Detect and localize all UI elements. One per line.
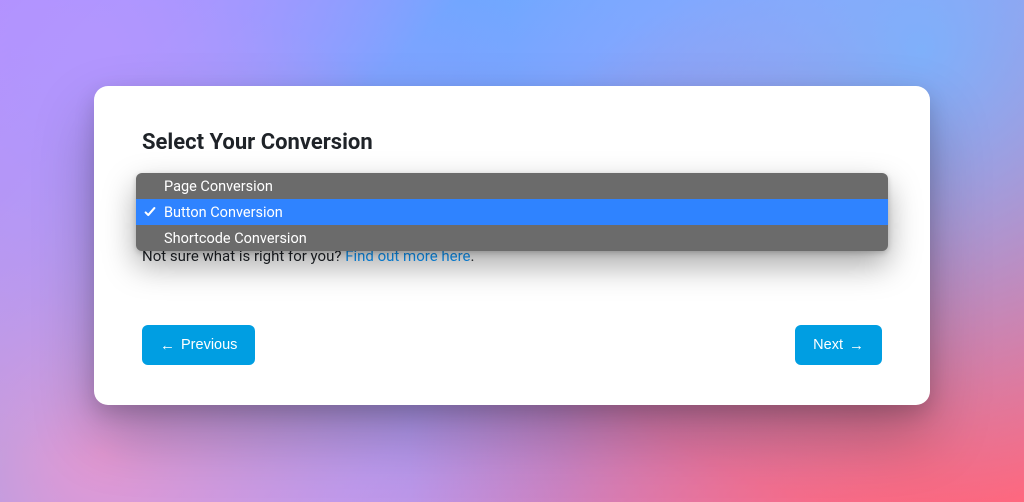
option-page-conversion[interactable]: Page Conversion (136, 173, 888, 199)
previous-button-label: Previous (181, 337, 237, 353)
option-label: Button Conversion (164, 204, 283, 221)
arrow-right-icon: → (849, 338, 864, 353)
conversion-select-wrap: Button Conversion Page Conversion Button… (142, 177, 882, 225)
option-shortcode-conversion[interactable]: Shortcode Conversion (136, 225, 888, 251)
conversion-dropdown[interactable]: Page Conversion Button Conversion Shortc… (136, 173, 888, 251)
option-label: Shortcode Conversion (164, 230, 307, 247)
wizard-actions: ← Previous Next → (142, 325, 882, 365)
arrow-left-icon: ← (160, 338, 175, 353)
previous-button[interactable]: ← Previous (142, 325, 255, 365)
page-title: Select Your Conversion (142, 130, 882, 155)
option-button-conversion[interactable]: Button Conversion (136, 199, 888, 225)
conversion-card: Select Your Conversion Button Conversion… (94, 86, 930, 405)
next-button-label: Next (813, 337, 843, 353)
option-label: Page Conversion (164, 178, 273, 195)
next-button[interactable]: Next → (795, 325, 882, 365)
check-icon (143, 205, 157, 219)
